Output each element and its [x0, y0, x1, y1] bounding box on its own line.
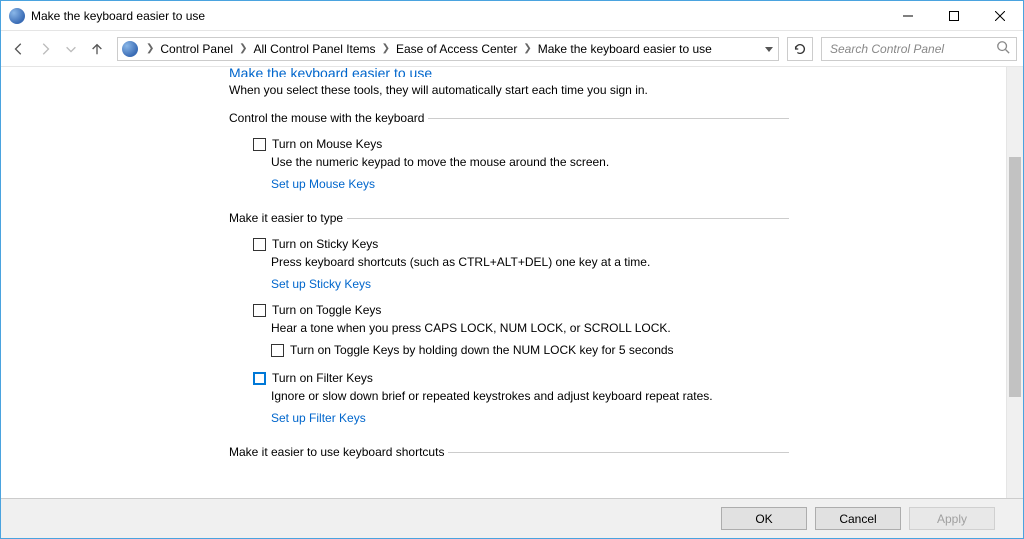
maximize-button[interactable] — [931, 1, 977, 31]
group-legend: Control the mouse with the keyboard — [229, 111, 428, 125]
setup-sticky-keys-link[interactable]: Set up Sticky Keys — [271, 277, 789, 291]
ok-button[interactable]: OK — [721, 507, 807, 530]
back-button[interactable] — [7, 37, 31, 61]
setup-mouse-keys-link[interactable]: Set up Mouse Keys — [271, 177, 789, 191]
group-mouse-keys: Control the mouse with the keyboard Turn… — [229, 111, 789, 203]
button-bar: OK Cancel Apply — [1, 498, 1023, 538]
filter-keys-checkbox[interactable] — [253, 372, 266, 385]
filter-keys-label[interactable]: Turn on Filter Keys — [272, 371, 373, 385]
toggle-keys-description: Hear a tone when you press CAPS LOCK, NU… — [271, 321, 789, 335]
toggle-keys-checkbox[interactable] — [253, 304, 266, 317]
breadcrumb-current[interactable]: Make the keyboard easier to use — [536, 42, 714, 56]
forward-button[interactable] — [33, 37, 57, 61]
vertical-scrollbar[interactable] — [1006, 67, 1023, 498]
search-box[interactable] — [821, 37, 1017, 61]
mouse-keys-checkbox[interactable] — [253, 138, 266, 151]
search-icon — [996, 40, 1010, 57]
up-button[interactable] — [85, 37, 109, 61]
cancel-button[interactable]: Cancel — [815, 507, 901, 530]
chevron-right-icon[interactable]: ❯ — [235, 43, 251, 54]
sticky-keys-checkbox[interactable] — [253, 238, 266, 251]
sticky-keys-label[interactable]: Turn on Sticky Keys — [272, 237, 378, 251]
app-icon — [9, 8, 25, 24]
mouse-keys-description: Use the numeric keypad to move the mouse… — [271, 155, 789, 169]
titlebar: Make the keyboard easier to use — [1, 1, 1023, 31]
setup-filter-keys-link[interactable]: Set up Filter Keys — [271, 411, 789, 425]
apply-button[interactable]: Apply — [909, 507, 995, 530]
filter-keys-description: Ignore or slow down brief or repeated ke… — [271, 389, 789, 403]
address-dropdown-button[interactable] — [760, 44, 778, 54]
toggle-keys-numlock-checkbox[interactable] — [271, 344, 284, 357]
breadcrumb-all-items[interactable]: All Control Panel Items — [252, 42, 378, 56]
page-subtitle: When you select these tools, they will a… — [229, 83, 789, 97]
window-title: Make the keyboard easier to use — [31, 9, 885, 23]
chevron-right-icon[interactable]: ❯ — [142, 43, 158, 54]
mouse-keys-label[interactable]: Turn on Mouse Keys — [272, 137, 382, 151]
scrollbar-thumb[interactable] — [1009, 157, 1021, 397]
minimize-button[interactable] — [885, 1, 931, 31]
chevron-right-icon[interactable]: ❯ — [519, 43, 535, 54]
breadcrumb-ease-of-access[interactable]: Ease of Access Center — [394, 42, 519, 56]
page-title: Make the keyboard easier to use — [229, 67, 789, 77]
address-bar[interactable]: ❯ Control Panel ❯ All Control Panel Item… — [117, 37, 779, 61]
group-easier-to-type: Make it easier to type Turn on Sticky Ke… — [229, 211, 789, 437]
content-area: Make the keyboard easier to use When you… — [1, 67, 1023, 498]
search-input[interactable] — [828, 41, 996, 57]
control-panel-icon — [122, 41, 138, 57]
toolbar: ❯ Control Panel ❯ All Control Panel Item… — [1, 31, 1023, 67]
recent-locations-button[interactable] — [59, 37, 83, 61]
sticky-keys-description: Press keyboard shortcuts (such as CTRL+A… — [271, 255, 789, 269]
toggle-keys-numlock-label[interactable]: Turn on Toggle Keys by holding down the … — [290, 343, 674, 357]
breadcrumb-control-panel[interactable]: Control Panel — [158, 42, 235, 56]
group-keyboard-shortcuts: Make it easier to use keyboard shortcuts — [229, 445, 789, 467]
group-legend: Make it easier to use keyboard shortcuts — [229, 445, 448, 459]
refresh-button[interactable] — [787, 37, 813, 61]
toggle-keys-label[interactable]: Turn on Toggle Keys — [272, 303, 381, 317]
chevron-right-icon[interactable]: ❯ — [378, 43, 394, 54]
group-legend: Make it easier to type — [229, 211, 347, 225]
close-button[interactable] — [977, 1, 1023, 31]
